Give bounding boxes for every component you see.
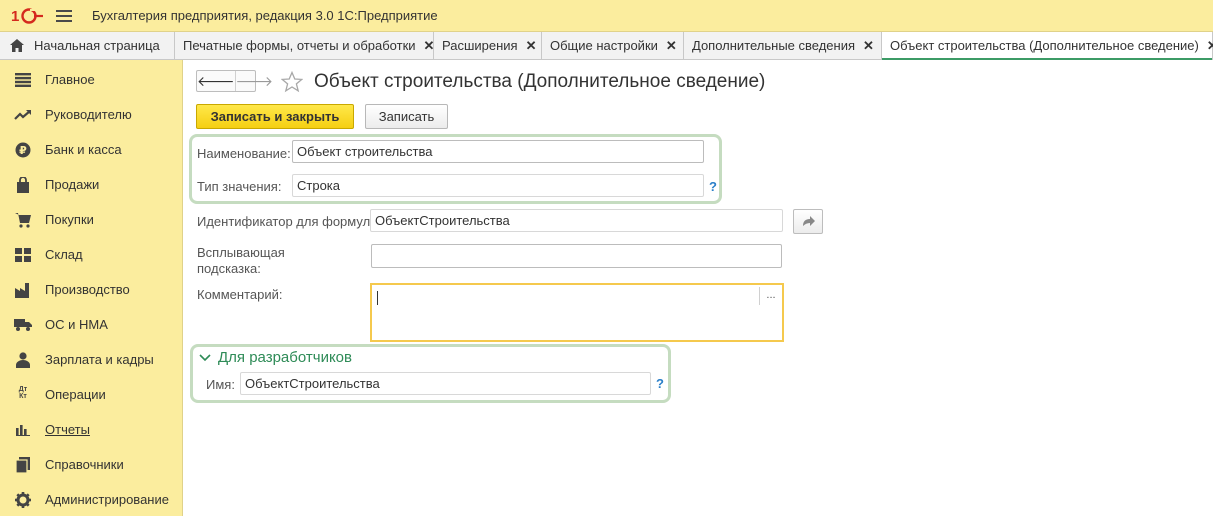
sidebar-item-administration[interactable]: Администрирование — [0, 482, 183, 517]
sidebar-item-label: Склад — [45, 247, 83, 262]
tab-print-forms[interactable]: Печатные формы, отчеты и обработки ✕ — [175, 32, 434, 59]
favorite-star-icon[interactable] — [281, 71, 303, 93]
tooltip-label-line1: Всплывающая — [197, 245, 285, 260]
sidebar-item-label: Администрирование — [45, 492, 169, 507]
close-icon[interactable]: ✕ — [1207, 38, 1213, 54]
name-field[interactable]: Объект строительства — [292, 140, 704, 163]
form-area: 🡐 🡒 Объект строительства (Дополнительное… — [184, 61, 1213, 516]
close-icon[interactable]: ✕ — [424, 38, 435, 54]
dev-name-field[interactable]: ОбъектСтроительства — [240, 372, 651, 395]
tab-label: Объект строительства (Дополнительное све… — [890, 38, 1199, 53]
comment-more-button[interactable]: ... — [759, 287, 782, 305]
sidebar-item-label: Производство — [45, 282, 130, 297]
dev-name-help-icon[interactable]: ? — [656, 376, 664, 391]
sidebar-item-label: Руководителю — [45, 107, 132, 122]
sidebar-item-reports[interactable]: Отчеты — [0, 412, 183, 447]
chevron-down-icon — [199, 353, 211, 361]
bar-chart-icon — [14, 421, 32, 439]
back-button[interactable]: 🡐 — [197, 71, 235, 91]
comment-field[interactable]: ... — [370, 283, 784, 342]
comment-label: Комментарий: — [197, 287, 283, 302]
warehouse-icon — [14, 246, 32, 264]
title-bar: 1 Бухгалтерия предприятия, редакция 3.0 … — [0, 0, 1213, 32]
sidebar-item-label: Операции — [45, 387, 106, 402]
truck-icon — [14, 316, 32, 334]
sidebar-item-label: Отчеты — [45, 422, 90, 437]
redo-arrow-icon — [803, 215, 815, 226]
close-icon[interactable]: ✕ — [526, 38, 537, 54]
developer-group-header[interactable]: Для разработчиков — [199, 349, 352, 366]
tooltip-label-line2: подсказка: — [197, 261, 261, 276]
cart-icon — [14, 211, 32, 229]
sidebar-item-label: Зарплата и кадры — [45, 352, 154, 367]
logo-1c-icon[interactable]: 1 — [10, 6, 44, 26]
developer-group-title: Для разработчиков — [218, 349, 352, 366]
sidebar-item-salary[interactable]: Зарплата и кадры — [0, 342, 183, 377]
tab-label: Печатные формы, отчеты и обработки — [183, 38, 416, 53]
sidebar-item-production[interactable]: Производство — [0, 272, 183, 307]
main-menu-icon[interactable] — [56, 9, 72, 22]
sections-panel: Главное Руководителю ₽ Банк и касса Прод… — [0, 60, 183, 516]
tab-additional-info[interactable]: Дополнительные сведения ✕ — [684, 32, 882, 59]
navigation-buttons: 🡐 🡒 — [196, 70, 273, 92]
open-windows-tabs: Начальная страница Печатные формы, отчет… — [0, 32, 1213, 60]
sidebar-item-label: Покупки — [45, 212, 94, 227]
forward-button[interactable]: 🡒 — [234, 71, 273, 91]
tab-general-settings[interactable]: Общие настройки ✕ — [542, 32, 684, 59]
sidebar-item-label: Справочники — [45, 457, 124, 472]
dev-name-label: Имя: — [206, 377, 235, 392]
tab-label: Расширения — [442, 38, 518, 53]
books-icon — [14, 456, 32, 474]
close-icon[interactable]: ✕ — [863, 38, 874, 54]
sidebar-item-catalogs[interactable]: Справочники — [0, 447, 183, 482]
ruble-icon: ₽ — [14, 141, 32, 159]
sidebar-item-warehouse[interactable]: Склад — [0, 237, 183, 272]
text-cursor — [377, 291, 378, 305]
list-icon — [14, 71, 32, 89]
sidebar-item-label: Главное — [45, 72, 95, 87]
sidebar-item-main[interactable]: Главное — [0, 62, 183, 97]
svg-text:₽: ₽ — [19, 144, 27, 157]
sidebar-item-operations[interactable]: Дт Кт Операции — [0, 377, 183, 412]
gear-icon — [14, 491, 32, 509]
home-icon — [10, 39, 24, 52]
debit-credit-text: Дт Кт — [18, 385, 28, 400]
trend-icon — [14, 106, 32, 124]
value-type-field[interactable]: Строка — [292, 174, 704, 197]
save-button[interactable]: Записать — [365, 104, 448, 129]
formula-id-field[interactable]: ОбъектСтроительства — [370, 209, 783, 232]
svg-text:1: 1 — [11, 8, 19, 25]
refresh-id-button[interactable] — [793, 209, 823, 234]
sidebar-item-label: ОС и НМА — [45, 317, 108, 332]
sidebar-item-purchases[interactable]: Покупки — [0, 202, 183, 237]
factory-icon — [14, 281, 32, 299]
name-label: Наименование: — [197, 146, 291, 161]
sidebar-item-fixed-assets[interactable]: ОС и НМА — [0, 307, 183, 342]
tab-label: Дополнительные сведения — [692, 38, 856, 53]
sidebar-item-label: Продажи — [45, 177, 100, 192]
sidebar-item-manager[interactable]: Руководителю — [0, 97, 183, 132]
tab-label: Общие настройки — [550, 38, 658, 53]
sidebar-item-sales[interactable]: Продажи — [0, 167, 183, 202]
sidebar-item-bank[interactable]: ₽ Банк и касса — [0, 132, 183, 167]
save-and-close-button[interactable]: Записать и закрыть — [196, 104, 354, 129]
value-type-label: Тип значения: — [197, 179, 282, 194]
person-icon — [14, 351, 32, 369]
sidebar-item-label: Банк и касса — [45, 142, 122, 157]
tab-construction-object[interactable]: Объект строительства (Дополнительное све… — [882, 32, 1213, 60]
bag-icon — [14, 176, 32, 194]
debit-credit-icon: Дт Кт — [14, 386, 32, 404]
app-title: Бухгалтерия предприятия, редакция 3.0 1С… — [92, 8, 438, 23]
close-icon[interactable]: ✕ — [666, 38, 677, 54]
tab-label: Начальная страница — [34, 38, 160, 53]
tab-extensions[interactable]: Расширения ✕ — [434, 32, 542, 59]
value-type-help-icon[interactable]: ? — [709, 179, 717, 194]
form-title: Объект строительства (Дополнительное све… — [314, 71, 766, 92]
tooltip-field[interactable] — [371, 244, 782, 268]
formula-id-label: Идентификатор для формул: — [197, 214, 374, 229]
tab-home[interactable]: Начальная страница — [0, 32, 175, 59]
